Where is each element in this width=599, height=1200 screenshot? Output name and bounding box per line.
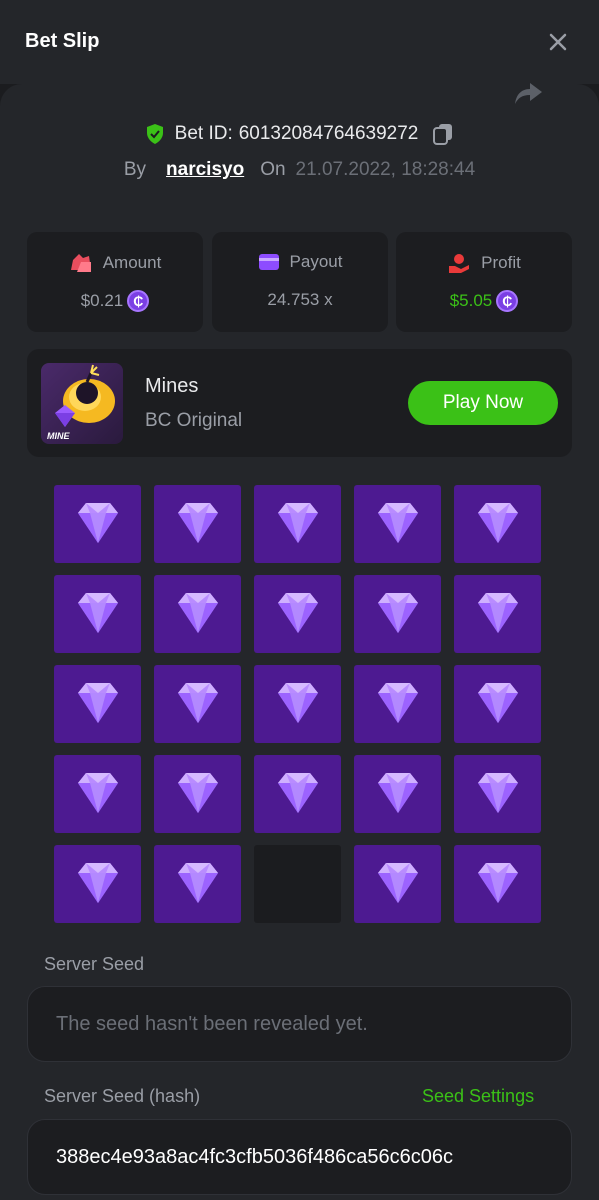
game-card: MINE Mines BC Original Play Now bbox=[27, 349, 572, 457]
gem-icon bbox=[470, 679, 526, 730]
gem-icon bbox=[70, 589, 126, 640]
grid-tile-gem bbox=[54, 845, 141, 923]
gem-icon bbox=[270, 769, 326, 820]
server-seed-hash-field[interactable]: 388ec4e93a8ac4fc3cfb5036f486ca56c6c06c bbox=[27, 1119, 572, 1195]
grid-tile-gem bbox=[454, 485, 541, 563]
server-seed-label: Server Seed bbox=[44, 954, 145, 974]
thumbnail-label: MINE bbox=[47, 431, 70, 441]
grid-tile-gem bbox=[254, 755, 341, 833]
gem-icon bbox=[470, 589, 526, 640]
grid-tile-gem bbox=[154, 845, 241, 923]
bet-date: 21.07.2022, 18:28:44 bbox=[295, 159, 476, 180]
grid-tile-gem bbox=[54, 665, 141, 743]
grid-tile-gem bbox=[254, 485, 341, 563]
gem-icon bbox=[370, 499, 426, 550]
mines-game-thumbnail[interactable]: MINE bbox=[41, 363, 123, 444]
gem-icon bbox=[370, 769, 426, 820]
coin-icon: ₵ bbox=[127, 290, 150, 312]
grid-tile-gem bbox=[54, 485, 141, 563]
grid-tile-gem bbox=[254, 665, 341, 743]
close-icon[interactable] bbox=[546, 30, 570, 54]
gem-icon bbox=[170, 589, 226, 640]
bet-id-row: Bet ID: 60132084764639272 bbox=[0, 122, 599, 146]
grid-tile-gem bbox=[54, 575, 141, 653]
gem-icon bbox=[170, 769, 226, 820]
gem-icon bbox=[270, 499, 326, 550]
grid-tile-gem bbox=[254, 575, 341, 653]
gem-icon bbox=[470, 859, 526, 910]
gem-icon bbox=[70, 499, 126, 550]
profit-label: Profit bbox=[481, 253, 521, 272]
grid-tile-gem bbox=[354, 575, 441, 653]
gem-icon bbox=[470, 769, 526, 820]
wallet-card-icon bbox=[258, 254, 279, 270]
game-provider: BC Original bbox=[145, 410, 243, 431]
header-title: Bet Slip bbox=[25, 30, 100, 52]
gem-icon bbox=[470, 499, 526, 550]
gem-icon bbox=[370, 589, 426, 640]
game-name: Mines bbox=[145, 375, 199, 397]
grid-tile-gem bbox=[454, 575, 541, 653]
on-label: On bbox=[260, 159, 286, 180]
header: Bet Slip bbox=[0, 0, 599, 84]
grid-tile-gem bbox=[54, 755, 141, 833]
grid-tile-gem bbox=[454, 845, 541, 923]
grid-tile-gem bbox=[354, 485, 441, 563]
payout-value: 24.753 x bbox=[267, 290, 333, 309]
profit-card: Profit $5.05 ₵ bbox=[396, 232, 572, 332]
profit-value: $5.05 bbox=[449, 291, 493, 310]
grid-tile-gem bbox=[454, 665, 541, 743]
gem-icon bbox=[70, 679, 126, 730]
money-bag-icon bbox=[70, 254, 91, 272]
share-icon[interactable] bbox=[512, 80, 544, 108]
username-link[interactable]: narcisyo bbox=[166, 159, 244, 181]
by-label: By bbox=[123, 159, 147, 180]
gem-icon bbox=[370, 679, 426, 730]
grid-tile-empty bbox=[254, 845, 341, 923]
play-now-button[interactable]: Play Now bbox=[408, 381, 558, 425]
server-seed-field: The seed hasn't been revealed yet. bbox=[27, 986, 572, 1062]
gem-icon bbox=[70, 859, 126, 910]
gem-icon bbox=[70, 769, 126, 820]
payout-label: Payout bbox=[289, 252, 343, 271]
verified-shield-icon bbox=[146, 124, 163, 144]
gem-icon bbox=[170, 679, 226, 730]
grid-tile-gem bbox=[154, 575, 241, 653]
grid-tile-gem bbox=[354, 755, 441, 833]
grid-tile-gem bbox=[154, 485, 241, 563]
copy-icon[interactable] bbox=[432, 122, 454, 146]
bet-id-label: Bet ID: bbox=[174, 123, 233, 144]
coin-icon: ₵ bbox=[496, 290, 519, 312]
gem-icon bbox=[270, 589, 326, 640]
amount-card: Amount $0.21 ₵ bbox=[27, 232, 203, 332]
seed-settings-link[interactable]: Seed Settings bbox=[422, 1086, 534, 1107]
grid-tile-gem bbox=[454, 755, 541, 833]
gem-icon bbox=[370, 859, 426, 910]
gem-icon bbox=[170, 499, 226, 550]
profit-hand-icon bbox=[449, 254, 470, 273]
grid-tile-gem bbox=[154, 755, 241, 833]
amount-label: Amount bbox=[102, 253, 162, 272]
gem-icon bbox=[170, 859, 226, 910]
grid-tile-gem bbox=[354, 665, 441, 743]
bet-author-row: By narcisyo On 21.07.2022, 18:28:44 bbox=[0, 157, 599, 183]
bet-id-value: 60132084764639272 bbox=[238, 123, 419, 144]
gem-icon bbox=[270, 679, 326, 730]
grid-tile-gem bbox=[154, 665, 241, 743]
grid-tile-gem bbox=[354, 845, 441, 923]
payout-card: Payout 24.753 x bbox=[212, 232, 388, 332]
amount-value: $0.21 bbox=[80, 291, 124, 310]
server-seed-hash-label: Server Seed (hash) bbox=[44, 1086, 201, 1106]
